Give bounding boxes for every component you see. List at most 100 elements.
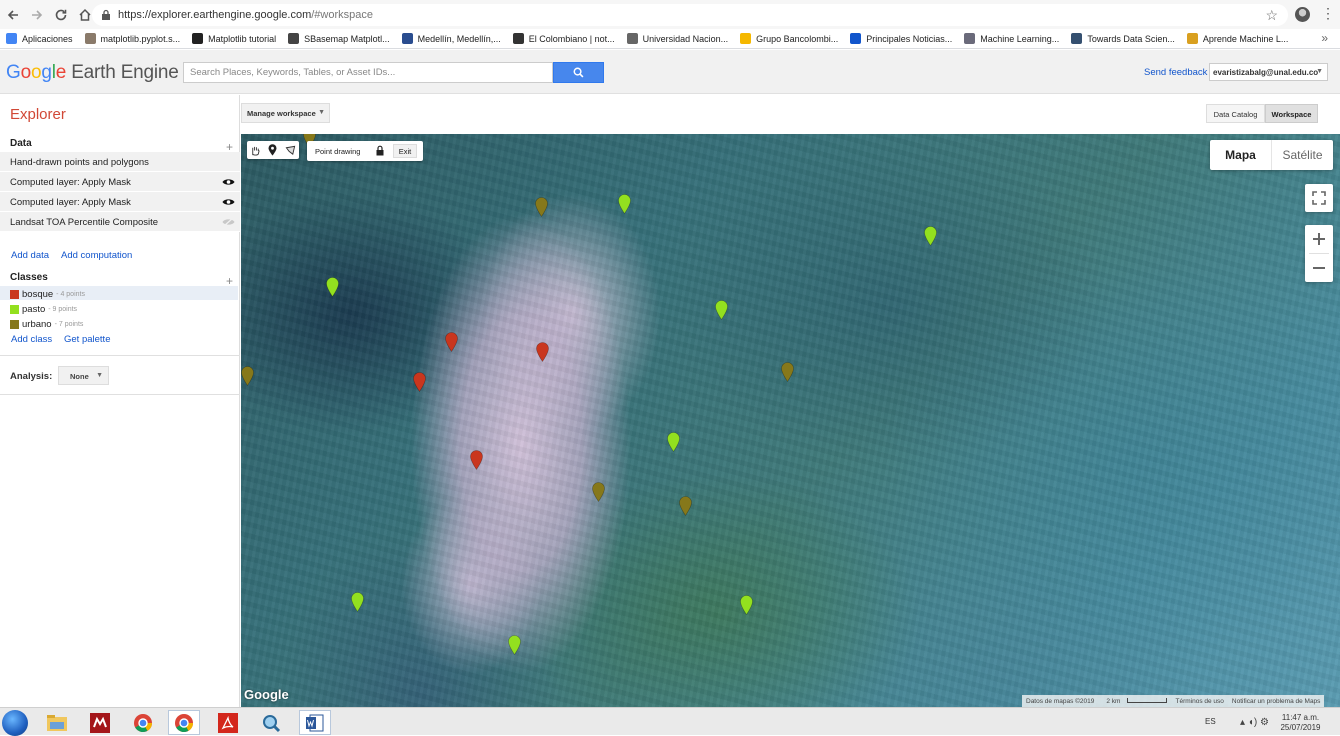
bookmark-item[interactable]: Medellín, Medellín,...: [401, 33, 501, 44]
data-layer-row[interactable]: Landsat TOA Percentile Composite: [0, 212, 240, 232]
zoom-in-button[interactable]: [1305, 225, 1333, 253]
class-point-marker-pasto[interactable]: [715, 300, 728, 320]
search-input[interactable]: Search Places, Keywords, Tables, or Asse…: [183, 62, 553, 83]
class-point-marker-urbano[interactable]: [592, 482, 605, 502]
analysis-select[interactable]: None ▼: [58, 366, 109, 385]
chrome-app-icon[interactable]: [127, 710, 159, 735]
bookmark-item[interactable]: Principales Noticias...: [850, 33, 952, 44]
profile-avatar[interactable]: [1295, 7, 1310, 22]
language-indicator[interactable]: ES: [1205, 717, 1216, 726]
bookmark-item[interactable]: Universidad Nacion...: [626, 33, 728, 44]
terms-link[interactable]: Términos de uso: [1171, 698, 1227, 705]
start-button[interactable]: [2, 710, 28, 736]
search-magnifier-app-icon[interactable]: [255, 710, 287, 735]
class-point-marker-pasto[interactable]: [351, 592, 364, 612]
data-layer-row[interactable]: Computed layer: Apply Mask: [0, 172, 240, 192]
bookmark-item[interactable]: Machine Learning...: [964, 33, 1059, 44]
bookmark-label: El Colombiano | not...: [528, 33, 615, 44]
map-type-map-button[interactable]: Mapa: [1210, 140, 1272, 170]
lock-icon: [102, 9, 110, 20]
tab-data-catalog[interactable]: Data Catalog: [1206, 104, 1265, 123]
acrobat-app-icon[interactable]: [212, 710, 244, 735]
chrome-active-app-icon[interactable]: [168, 710, 200, 735]
report-problem-link[interactable]: Notificar un problema de Maps: [1228, 698, 1325, 705]
class-color-swatch[interactable]: [10, 304, 19, 314]
bookmark-item[interactable]: Aprende Machine L...: [1186, 33, 1289, 44]
class-point-marker-urbano[interactable]: [781, 362, 794, 382]
bookmark-item[interactable]: SBasemap Matplotl...: [288, 33, 390, 44]
lock-icon[interactable]: [375, 145, 385, 158]
get-palette-link[interactable]: Get palette: [64, 334, 110, 345]
bookmark-item[interactable]: Aplicaciones: [6, 33, 73, 44]
earth-engine-logo[interactable]: Google Earth Engine: [6, 62, 179, 84]
taskbar-clock[interactable]: 11:47 a.m. 25/07/2019: [1278, 713, 1323, 733]
add-data-link[interactable]: Add data: [11, 250, 49, 261]
network-icon[interactable]: ⚙: [1260, 717, 1269, 728]
send-feedback-link[interactable]: Send feedback: [1144, 67, 1207, 78]
class-point-marker-bosque[interactable]: [470, 450, 483, 470]
hand-pan-icon[interactable]: [250, 144, 262, 156]
back-icon[interactable]: [2, 4, 24, 26]
eye-icon[interactable]: [222, 197, 235, 207]
bookmark-label: Aprende Machine L...: [1202, 33, 1289, 44]
class-point-marker-pasto[interactable]: [667, 432, 680, 452]
word-app-icon[interactable]: [299, 710, 331, 735]
class-row-urbano[interactable]: urbano - 7 points: [0, 316, 238, 330]
bookmarks-overflow-icon[interactable]: »: [1321, 31, 1328, 45]
address-bar[interactable]: https://explorer.earthengine.google.com /…: [92, 4, 1288, 26]
bookmark-item[interactable]: El Colombiano | not...: [512, 33, 615, 44]
tab-workspace[interactable]: Workspace: [1265, 104, 1318, 123]
class-point-marker-pasto[interactable]: [508, 635, 521, 655]
google-watermark[interactable]: Google: [244, 687, 289, 702]
data-layer-row[interactable]: Hand-drawn points and polygons: [0, 152, 240, 172]
class-point-marker-pasto[interactable]: [924, 226, 937, 246]
class-point-marker-pasto[interactable]: [740, 595, 753, 615]
class-color-swatch[interactable]: [10, 289, 19, 299]
manage-workspace-button[interactable]: Manage workspace ▼: [241, 103, 330, 123]
explorer-panel: Explorer Data + Hand-drawn points and po…: [0, 95, 240, 707]
arrow-up-icon[interactable]: ▴: [1240, 717, 1245, 728]
account-dropdown[interactable]: evaristizabalg@unal.edu.co ▼: [1209, 63, 1328, 81]
class-row-pasto[interactable]: pasto - 9 points: [0, 301, 238, 315]
eye-off-icon[interactable]: [222, 217, 235, 227]
bookmark-star-icon[interactable]: ☆: [1265, 7, 1278, 24]
search-button[interactable]: [553, 62, 604, 83]
class-point-marker-pasto[interactable]: [618, 194, 631, 214]
bookmark-item[interactable]: Towards Data Scien...: [1071, 33, 1175, 44]
class-row-bosque[interactable]: bosque - 4 points: [0, 286, 238, 300]
class-point-marker-urbano[interactable]: [535, 197, 548, 217]
forward-icon[interactable]: [26, 4, 48, 26]
browser-menu-icon[interactable]: ⋮: [1321, 5, 1335, 22]
exit-drawing-button[interactable]: Exit: [393, 144, 417, 158]
image-icon: [964, 33, 976, 44]
data-layer-row[interactable]: Computed layer: Apply Mask: [0, 192, 240, 212]
github-icon: [192, 33, 204, 44]
class-point-marker-bosque[interactable]: [413, 372, 426, 392]
map-canvas[interactable]: Point drawing Exit Mapa Satélite Google …: [241, 134, 1340, 707]
polygon-tool-icon[interactable]: [284, 144, 296, 156]
class-point-marker-bosque[interactable]: [536, 342, 549, 362]
zoom-out-button[interactable]: [1305, 254, 1333, 282]
bookmark-item[interactable]: Matplotlib tutorial: [192, 33, 276, 44]
marker-tool-icon[interactable]: [267, 144, 279, 156]
eye-icon[interactable]: [222, 177, 235, 187]
system-tray-icons[interactable]: ▴ ◖) ⚙: [1240, 717, 1269, 728]
volume-icon[interactable]: ◖): [1248, 717, 1257, 728]
chevron-down-icon: ▼: [318, 109, 325, 116]
class-point-marker-pasto[interactable]: [326, 277, 339, 297]
fullscreen-button[interactable]: [1305, 184, 1333, 212]
class-point-marker-urbano[interactable]: [241, 366, 254, 386]
account-email: evaristizabalg@unal.edu.co: [1213, 68, 1319, 77]
class-point-marker-urbano[interactable]: [679, 496, 692, 516]
tds-icon: [1071, 33, 1083, 44]
bookmark-item[interactable]: Grupo Bancolombi...: [740, 33, 838, 44]
add-class-link[interactable]: Add class: [11, 334, 52, 345]
file-explorer-app-icon[interactable]: [41, 710, 73, 735]
add-computation-link[interactable]: Add computation: [61, 250, 132, 261]
mendeley-app-icon[interactable]: [84, 710, 116, 735]
bookmark-item[interactable]: matplotlib.pyplot.s...: [84, 33, 180, 44]
class-point-marker-bosque[interactable]: [445, 332, 458, 352]
map-type-satellite-button[interactable]: Satélite: [1272, 140, 1333, 170]
class-color-swatch[interactable]: [10, 319, 19, 329]
reload-icon[interactable]: [50, 4, 72, 26]
